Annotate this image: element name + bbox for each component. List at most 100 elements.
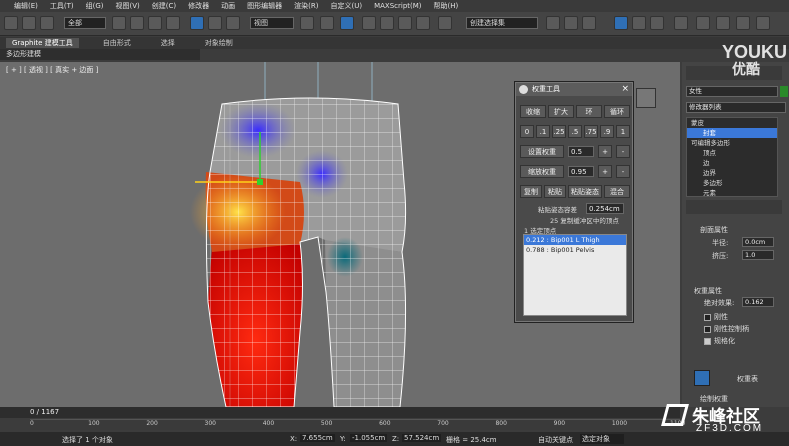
snap-toggle-icon[interactable] bbox=[362, 16, 376, 30]
menu-item[interactable]: 动画 bbox=[221, 1, 235, 11]
select-scale-icon[interactable] bbox=[226, 16, 240, 30]
named-selection-dropdown[interactable]: 创建选择集 bbox=[466, 17, 538, 29]
preset-09-button[interactable]: .9 bbox=[600, 125, 614, 138]
loop-button[interactable]: 循环 bbox=[604, 105, 630, 118]
shrink-button[interactable]: 收缩 bbox=[520, 105, 546, 118]
preset-1-button[interactable]: 1 bbox=[616, 125, 630, 138]
object-name-field[interactable]: 女性 bbox=[686, 86, 778, 97]
scale-weight-field[interactable]: 0.95 bbox=[568, 166, 594, 177]
modifier-stack-item[interactable]: 顶点 bbox=[687, 148, 777, 158]
weight-tool-icons-row[interactable] bbox=[706, 350, 776, 362]
weight-tool-titlebar[interactable]: 权重工具 × bbox=[516, 83, 632, 96]
set-weight-field[interactable]: 0.5 bbox=[568, 146, 594, 157]
menu-item[interactable]: 工具(T) bbox=[50, 1, 74, 11]
rigid-handles-checkbox[interactable]: 刚性控制柄 bbox=[704, 324, 749, 334]
paste-button[interactable]: 粘贴 bbox=[544, 185, 566, 198]
paste-pose-button[interactable]: 粘贴姿态 bbox=[568, 185, 602, 198]
bone-weight-row[interactable]: 0.212 : Bip001 L Thigh bbox=[524, 235, 626, 245]
unlink-icon[interactable] bbox=[22, 16, 36, 30]
layer-manager-icon[interactable] bbox=[582, 16, 596, 30]
squash-field[interactable]: 1.0 bbox=[742, 250, 774, 260]
preset-075-button[interactable]: .75 bbox=[584, 125, 598, 138]
align-icon[interactable] bbox=[564, 16, 578, 30]
schematic-view-icon[interactable] bbox=[650, 16, 664, 30]
select-manipulate-icon[interactable] bbox=[320, 16, 334, 30]
keyboard-shortcut-icon[interactable] bbox=[340, 16, 354, 30]
modifier-stack-item[interactable]: 多边形 bbox=[687, 178, 777, 188]
ribbon-tab[interactable]: 选择 bbox=[155, 38, 181, 48]
select-by-name-icon[interactable] bbox=[130, 16, 144, 30]
pivot-center-icon[interactable] bbox=[300, 16, 314, 30]
selection-filter-dropdown[interactable]: 全部 bbox=[64, 17, 106, 29]
curve-editor-icon[interactable] bbox=[632, 16, 646, 30]
normalize-checkbox[interactable]: 规格化 bbox=[704, 336, 735, 346]
ribbon-tab[interactable]: Graphite 建模工具 bbox=[6, 38, 79, 48]
track-bar[interactable]: 0 100 200 300 400 500 600 700 800 900 1000 1100 bbox=[30, 419, 685, 430]
modifier-stack-item[interactable]: 可编辑多边形 bbox=[687, 138, 777, 148]
link-icon[interactable] bbox=[4, 16, 18, 30]
render-teapot-icon[interactable] bbox=[736, 16, 750, 30]
scale-minus-button[interactable]: - bbox=[616, 165, 630, 178]
stack-tools[interactable] bbox=[686, 200, 782, 214]
grow-button[interactable]: 扩大 bbox=[548, 105, 574, 118]
set-weight-button[interactable]: 设置权重 bbox=[520, 145, 564, 158]
select-rotate-icon[interactable] bbox=[208, 16, 222, 30]
edit-named-sel-icon[interactable] bbox=[438, 16, 452, 30]
modifier-stack-item[interactable]: 封套 bbox=[687, 128, 777, 138]
preset-01-button[interactable]: .1 bbox=[536, 125, 550, 138]
bone-weight-row[interactable]: 0.788 : Bip001 Pelvis bbox=[524, 245, 626, 255]
menu-item[interactable]: 自定义(U) bbox=[330, 1, 362, 11]
y-coord-field[interactable]: -1.055cm bbox=[350, 434, 388, 442]
tolerance-field[interactable]: 0.254cm bbox=[586, 203, 624, 214]
scale-plus-button[interactable]: + bbox=[598, 165, 612, 178]
close-icon[interactable]: × bbox=[621, 83, 629, 96]
render-setup-icon[interactable] bbox=[696, 16, 710, 30]
ref-coord-dropdown[interactable]: 视图 bbox=[250, 17, 294, 29]
modifier-stack-item[interactable]: 元素 bbox=[687, 188, 777, 198]
modifier-stack[interactable]: 蒙皮 封套 可编辑多边形 顶点边边界 多边形 元素 bbox=[686, 117, 778, 197]
material-editor-icon[interactable] bbox=[674, 16, 688, 30]
envelope-tools-row[interactable] bbox=[700, 264, 780, 276]
viewport-label[interactable]: [ + ] [ 透视 ] [ 真实 + 边面 ] bbox=[6, 65, 98, 75]
select-object-icon[interactable] bbox=[112, 16, 126, 30]
modifier-stack-item[interactable]: 蒙皮 bbox=[687, 118, 777, 128]
select-move-icon[interactable] bbox=[190, 16, 204, 30]
menu-item[interactable]: 创建(C) bbox=[152, 1, 176, 11]
menu-item[interactable]: 图形编辑器 bbox=[247, 1, 282, 11]
rendered-frame-icon[interactable] bbox=[716, 16, 730, 30]
graphite-toggle-icon[interactable] bbox=[614, 16, 628, 30]
ring-button[interactable]: 环 bbox=[576, 105, 602, 118]
menu-item[interactable]: 组(G) bbox=[86, 1, 104, 11]
window-crossing-icon[interactable] bbox=[166, 16, 180, 30]
viewcube-icon[interactable] bbox=[636, 88, 656, 108]
autokey-button[interactable]: 自动关键点 bbox=[538, 435, 573, 445]
ribbon-tab[interactable]: 对象绘制 bbox=[199, 38, 239, 48]
rigid-checkbox[interactable]: 刚性 bbox=[704, 312, 728, 322]
weight-tool-icon[interactable] bbox=[694, 370, 710, 386]
preset-025-button[interactable]: .25 bbox=[552, 125, 566, 138]
radius-field[interactable]: 0.0cm bbox=[742, 237, 774, 247]
abs-effect-field[interactable]: 0.162 bbox=[742, 297, 774, 307]
mirror-icon[interactable] bbox=[546, 16, 560, 30]
menu-item[interactable]: 视图(V) bbox=[116, 1, 140, 11]
menu-item[interactable]: 修改器 bbox=[188, 1, 209, 11]
modifier-stack-item[interactable]: 边 bbox=[687, 158, 777, 168]
render-iterative-icon[interactable] bbox=[756, 16, 770, 30]
menu-item[interactable]: 帮助(H) bbox=[434, 1, 459, 11]
percent-snap-icon[interactable] bbox=[398, 16, 412, 30]
rect-selection-icon[interactable] bbox=[148, 16, 162, 30]
scale-weight-button[interactable]: 缩放权重 bbox=[520, 165, 564, 178]
copy-button[interactable]: 复制 bbox=[520, 185, 542, 198]
modifier-stack-item[interactable]: 边界 bbox=[687, 168, 777, 178]
bone-weight-list[interactable]: 0.212 : Bip001 L Thigh 0.788 : Bip001 Pel… bbox=[523, 234, 627, 316]
angle-snap-icon[interactable] bbox=[380, 16, 394, 30]
spinner-snap-icon[interactable] bbox=[416, 16, 430, 30]
object-color-swatch[interactable] bbox=[780, 86, 788, 97]
preset-0-button[interactable]: 0 bbox=[520, 125, 534, 138]
x-coord-field[interactable]: 7.655cm bbox=[300, 434, 335, 442]
weight-table-button[interactable]: 权重表 bbox=[737, 374, 758, 384]
blend-button[interactable]: 混合 bbox=[604, 185, 630, 198]
bind-space-warp-icon[interactable] bbox=[40, 16, 54, 30]
ribbon-sub-label[interactable]: 多边形建模 bbox=[0, 49, 200, 60]
menu-item[interactable]: 渲染(R) bbox=[294, 1, 318, 11]
